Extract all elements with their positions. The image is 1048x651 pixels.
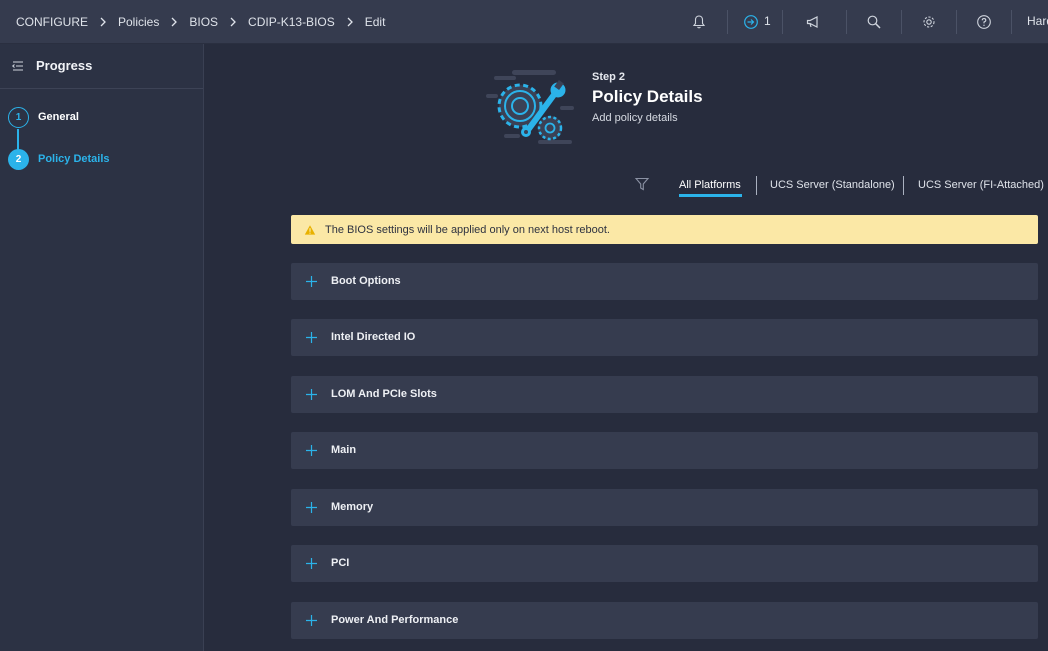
section-intel-directed-io[interactable]: Intel Directed IO — [291, 319, 1038, 356]
main-content: Step 2 Policy Details Add policy details… — [204, 44, 1048, 651]
filter-icon[interactable] — [634, 176, 650, 192]
gear-icon[interactable] — [919, 12, 939, 32]
top-bar: CONFIGURE Policies BIOS CDIP-K13-BIOS Ed… — [0, 0, 1048, 44]
service-request-count[interactable]: 1 — [764, 14, 771, 28]
section-label: Intel Directed IO — [331, 331, 416, 343]
step-number: 2 — [8, 149, 29, 170]
active-tab-indicator — [679, 194, 742, 197]
section-label: Main — [331, 444, 357, 456]
section-lom-pcie-slots[interactable]: LOM And PCIe Slots — [291, 376, 1038, 413]
breadcrumb-configure[interactable]: CONFIGURE — [16, 15, 88, 29]
plus-icon[interactable] — [305, 501, 318, 514]
step-number: 1 — [8, 107, 29, 128]
divider — [956, 10, 957, 34]
bell-icon[interactable] — [689, 12, 709, 32]
alert-text: The BIOS settings will be applied only o… — [325, 223, 610, 236]
section-boot-options[interactable]: Boot Options — [291, 263, 1038, 300]
gear-wrench-icon — [486, 70, 574, 144]
divider — [782, 10, 783, 34]
page-title: Policy Details — [592, 87, 703, 106]
plus-icon[interactable] — [305, 388, 318, 401]
section-label: Power And Performance — [331, 614, 459, 626]
search-icon[interactable] — [864, 12, 884, 32]
chevron-right-icon — [159, 17, 189, 27]
warning-icon — [304, 224, 316, 235]
collapse-list-icon[interactable] — [11, 59, 25, 73]
step-label: Policy Details — [38, 153, 110, 165]
plus-icon[interactable] — [305, 331, 318, 344]
section-memory[interactable]: Memory — [291, 489, 1038, 526]
service-request-icon[interactable] — [741, 12, 761, 32]
tab-ucs-fi-attached[interactable]: UCS Server (FI-Attached) — [918, 179, 1044, 191]
section-pci[interactable]: PCI — [291, 545, 1038, 582]
breadcrumb-policies[interactable]: Policies — [118, 15, 159, 29]
progress-sidebar: Progress 1 General 2 Policy Details — [0, 44, 204, 651]
user-menu[interactable]: Hard — [1027, 14, 1048, 28]
tab-all-platforms[interactable]: All Platforms — [679, 179, 741, 191]
sidebar-title: Progress — [36, 58, 93, 73]
divider — [756, 176, 757, 195]
divider — [727, 10, 728, 34]
plus-icon[interactable] — [305, 444, 318, 457]
tab-ucs-standalone[interactable]: UCS Server (Standalone) — [770, 179, 895, 191]
divider — [1011, 10, 1012, 34]
page-subtitle: Add policy details — [592, 112, 678, 124]
section-label: Boot Options — [331, 275, 401, 287]
step-general[interactable]: 1 General — [0, 104, 203, 132]
divider — [846, 10, 847, 34]
section-main[interactable]: Main — [291, 432, 1038, 469]
step-label: General — [38, 111, 79, 123]
megaphone-icon[interactable] — [803, 12, 823, 32]
sidebar-header: Progress — [0, 44, 203, 89]
section-power-performance[interactable]: Power And Performance — [291, 602, 1038, 639]
divider — [901, 10, 902, 34]
help-icon[interactable] — [974, 12, 994, 32]
plus-icon[interactable] — [305, 275, 318, 288]
chevron-right-icon — [88, 17, 118, 27]
section-label: Memory — [331, 501, 374, 513]
breadcrumb: CONFIGURE Policies BIOS CDIP-K13-BIOS Ed… — [16, 0, 385, 44]
plus-icon[interactable] — [305, 614, 318, 627]
plus-icon[interactable] — [305, 557, 318, 570]
divider — [903, 176, 904, 195]
breadcrumb-edit: Edit — [364, 15, 386, 29]
breadcrumb-bios[interactable]: BIOS — [189, 15, 218, 29]
reboot-alert: The BIOS settings will be applied only o… — [291, 215, 1038, 244]
step-policy-details[interactable]: 2 Policy Details — [0, 146, 203, 174]
chevron-right-icon — [218, 17, 248, 27]
step-kicker: Step 2 — [592, 71, 626, 83]
breadcrumb-policy-name[interactable]: CDIP-K13-BIOS — [248, 15, 335, 29]
section-label: LOM And PCIe Slots — [331, 388, 437, 400]
chevron-right-icon — [335, 17, 365, 27]
section-label: PCI — [331, 557, 350, 569]
